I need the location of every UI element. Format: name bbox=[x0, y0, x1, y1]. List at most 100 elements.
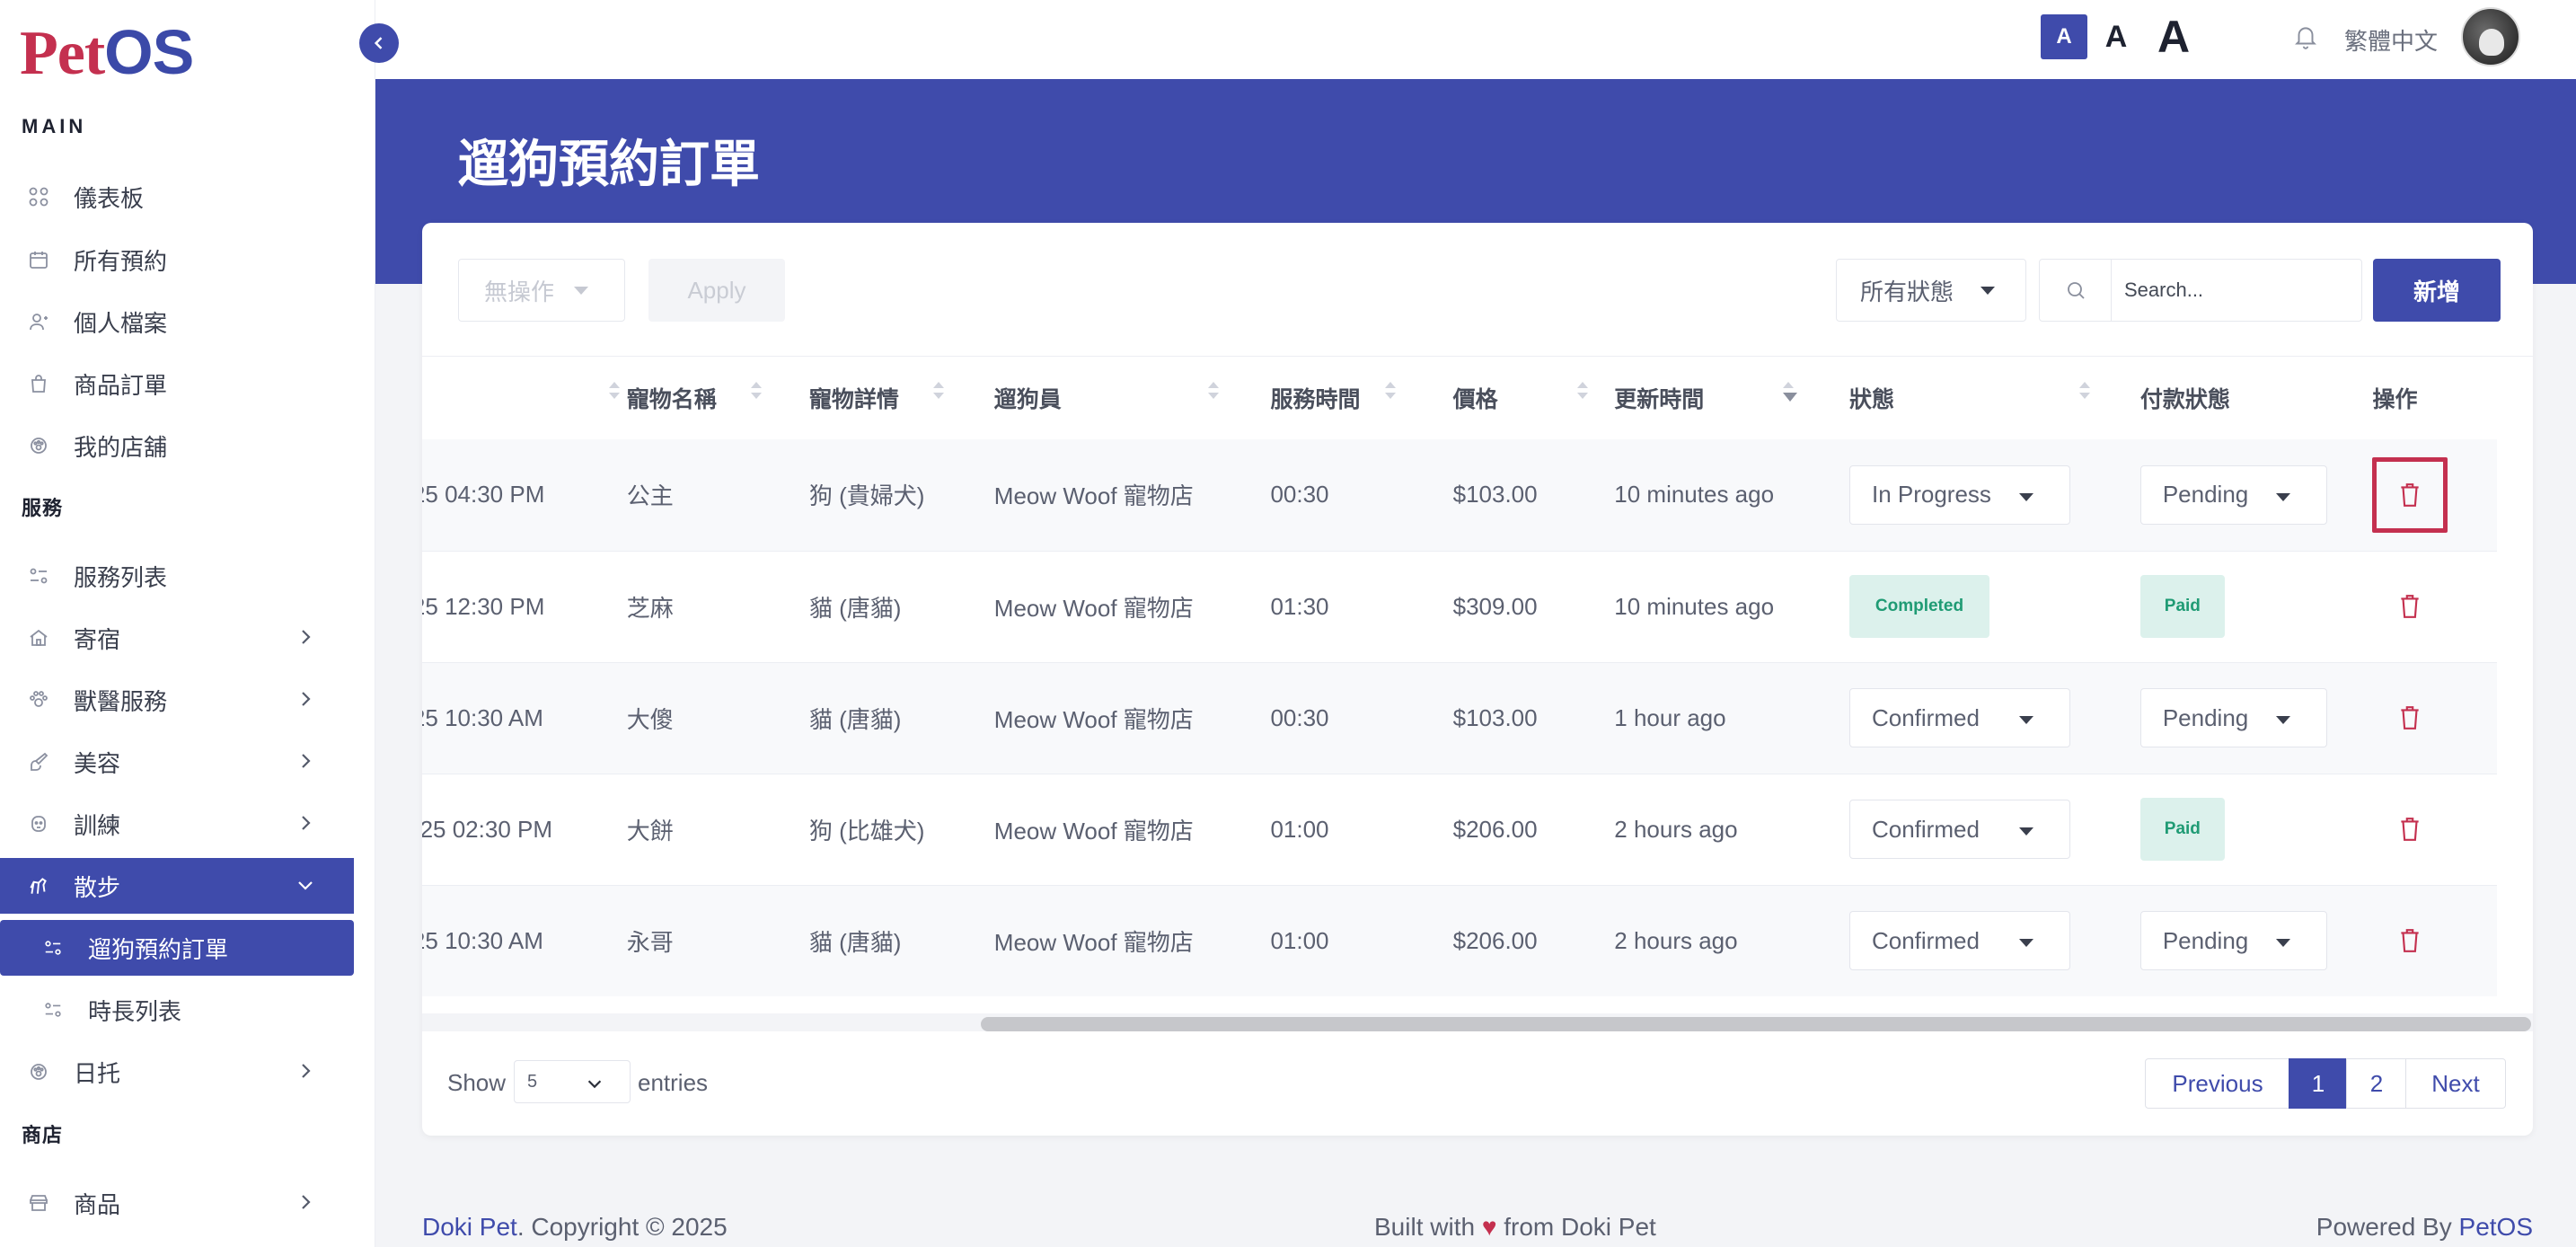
column-header-price[interactable]: 價格 bbox=[1453, 357, 1615, 439]
cell-updated: 10 minutes ago bbox=[1614, 550, 1849, 662]
sidebar-item-all-bookings[interactable]: 所有預約 bbox=[0, 232, 354, 287]
chevron-right-icon bbox=[295, 626, 316, 648]
payment-dropdown[interactable]: Pending bbox=[2139, 911, 2327, 971]
payment-dropdown[interactable]: Pending bbox=[2139, 688, 2327, 747]
cell-action bbox=[2372, 661, 2497, 774]
payment-dropdown[interactable]: Pending bbox=[2139, 464, 2327, 525]
column-header-walker[interactable]: 遛狗員 bbox=[994, 357, 1271, 439]
pagination-page-1[interactable]: 1 bbox=[2289, 1058, 2348, 1109]
page-size-select[interactable]: 5 bbox=[514, 1060, 631, 1103]
delete-button[interactable] bbox=[2372, 680, 2448, 756]
search-icon[interactable] bbox=[2040, 260, 2112, 321]
header-label: 付款狀態 bbox=[2139, 387, 2230, 412]
language-selector[interactable]: 繁體中文 bbox=[2344, 23, 2438, 57]
pagination-page-2[interactable]: 2 bbox=[2346, 1058, 2407, 1109]
pagination-next-button[interactable]: Next bbox=[2405, 1058, 2506, 1109]
pagination-previous-button[interactable]: Previous bbox=[2145, 1058, 2290, 1109]
status-value: Confirmed bbox=[1871, 703, 1980, 731]
cell-date: ·2025 02:30 PM bbox=[422, 773, 627, 885]
column-header-pet-detail[interactable]: 寵物詳情 bbox=[809, 357, 994, 439]
table-row: 2025 10:30 AM 大傻 貓 (唐貓) Meow Woof 寵物店 00… bbox=[422, 661, 2497, 774]
sidebar-item-walk-orders[interactable]: 遛狗預約訂單 bbox=[0, 920, 354, 976]
sidebar-item-service-list[interactable]: 服務列表 bbox=[0, 548, 354, 604]
store-icon bbox=[27, 1191, 50, 1215]
cell-service-time: 01:00 bbox=[1270, 773, 1453, 885]
bell-icon[interactable] bbox=[2294, 23, 2317, 50]
column-header-date[interactable]: 期 bbox=[422, 357, 627, 439]
column-header-updated[interactable]: 更新時間 bbox=[1614, 357, 1849, 439]
cell-pet-name: 大餅 bbox=[626, 773, 809, 885]
payment-value: Pending bbox=[2162, 703, 2249, 731]
status-filter-select[interactable]: 所有狀態 bbox=[1836, 259, 2026, 322]
sidebar-item-profile[interactable]: 個人檔案 bbox=[0, 294, 354, 349]
sidebar-item-duration-list[interactable]: 時長列表 bbox=[0, 982, 354, 1038]
footer-copyright-text: . Copyright © 2025 bbox=[516, 1213, 728, 1241]
horizontal-scrollbar-thumb[interactable] bbox=[981, 1017, 2531, 1031]
font-size-large-button[interactable]: A bbox=[2147, 12, 2201, 62]
sidebar-item-label: 遛狗預約訂單 bbox=[88, 935, 229, 963]
header-label: 遛狗員 bbox=[993, 387, 1062, 412]
sidebar-item-products[interactable]: 商品 bbox=[0, 1175, 354, 1231]
column-header-pet-name[interactable]: 寵物名稱 bbox=[627, 357, 809, 439]
sidebar-collapse-button[interactable] bbox=[359, 23, 399, 63]
chevron-down-icon bbox=[585, 1074, 604, 1093]
dog-face-icon bbox=[27, 812, 50, 836]
status-dropdown[interactable]: Confirmed bbox=[1848, 800, 2070, 859]
font-size-medium-button[interactable]: A bbox=[2096, 14, 2136, 59]
delete-button[interactable] bbox=[2372, 569, 2448, 644]
grid-icon bbox=[27, 185, 50, 208]
from-text: from Doki Pet bbox=[1504, 1213, 1656, 1241]
sidebar-item-grooming[interactable]: 美容 bbox=[0, 734, 354, 790]
cell-pet-detail: 貓 (唐貓) bbox=[808, 661, 994, 774]
cell-payment: Pending bbox=[2139, 439, 2373, 551]
sidebar-item-product-orders[interactable]: 商品訂單 bbox=[0, 356, 354, 411]
sidebar-item-label: 寄宿 bbox=[74, 625, 121, 653]
sidebar-item-dashboard[interactable]: 儀表板 bbox=[0, 169, 354, 225]
apply-button[interactable]: Apply bbox=[648, 259, 785, 322]
user-icon bbox=[27, 310, 50, 333]
trash-icon bbox=[2401, 929, 2420, 953]
cell-action bbox=[2372, 884, 2497, 996]
calendar-icon bbox=[27, 248, 50, 271]
sidebar-item-my-store[interactable]: 我的店舖 bbox=[0, 418, 354, 473]
sidebar-item-daycare[interactable]: 日托 bbox=[0, 1044, 354, 1100]
footer-brand-link[interactable]: Doki Pet bbox=[422, 1213, 517, 1241]
cell-walker: Meow Woof 寵物店 bbox=[993, 439, 1271, 551]
sidebar-item-training[interactable]: 訓練 bbox=[0, 796, 354, 852]
sidebar-item-vet[interactable]: 獸醫服務 bbox=[0, 672, 354, 728]
cell-date: 2025 10:30 AM bbox=[422, 661, 627, 774]
sidebar-item-boarding[interactable]: 寄宿 bbox=[0, 610, 354, 666]
sidebar-item-label: 美容 bbox=[74, 749, 121, 777]
cell-pet-name: 公主 bbox=[626, 439, 809, 551]
add-button[interactable]: 新增 bbox=[2373, 259, 2501, 322]
delete-button[interactable] bbox=[2372, 456, 2448, 533]
search-input[interactable] bbox=[2112, 263, 2354, 317]
dog-walk-icon bbox=[27, 874, 50, 898]
avatar[interactable] bbox=[2461, 7, 2520, 66]
sidebar: PetOS MAIN 儀表板 所有預約 個人檔案 商品訂單 我的店舖 服務 服務… bbox=[0, 0, 375, 1247]
built-with-text: Built with bbox=[1374, 1213, 1476, 1241]
cell-service-time: 00:30 bbox=[1270, 439, 1453, 551]
font-size-small-button[interactable]: A bbox=[2041, 14, 2087, 59]
cell-service-time: 01:00 bbox=[1270, 884, 1453, 996]
column-header-payment[interactable]: 付款狀態 bbox=[2140, 357, 2373, 439]
show-label: Show bbox=[447, 1069, 507, 1096]
delete-button[interactable] bbox=[2372, 792, 2448, 867]
caret-down-icon bbox=[2018, 939, 2033, 948]
sidebar-item-walking[interactable]: 散步 bbox=[0, 858, 354, 914]
cell-pet-name: 永哥 bbox=[626, 884, 809, 996]
status-dropdown[interactable]: In Progress bbox=[1848, 464, 2070, 525]
column-header-status[interactable]: 狀態 bbox=[1849, 357, 2140, 439]
status-value: Confirmed bbox=[1871, 815, 1980, 843]
status-dropdown[interactable]: Confirmed bbox=[1848, 688, 2070, 747]
header-label: 寵物名稱 bbox=[626, 387, 717, 412]
cell-payment: Pending bbox=[2139, 661, 2373, 774]
column-header-service-time[interactable]: 服務時間 bbox=[1270, 357, 1452, 439]
cell-price: $103.00 bbox=[1452, 661, 1615, 774]
status-dropdown[interactable]: Confirmed bbox=[1848, 911, 2070, 971]
logo-os-text: OS bbox=[104, 17, 194, 87]
footer-powered-brand-link[interactable]: PetOS bbox=[2459, 1213, 2533, 1241]
bulk-action-select[interactable]: 無操作 bbox=[458, 259, 625, 322]
delete-button[interactable] bbox=[2372, 903, 2448, 978]
petos-logo[interactable]: PetOS bbox=[20, 16, 194, 90]
